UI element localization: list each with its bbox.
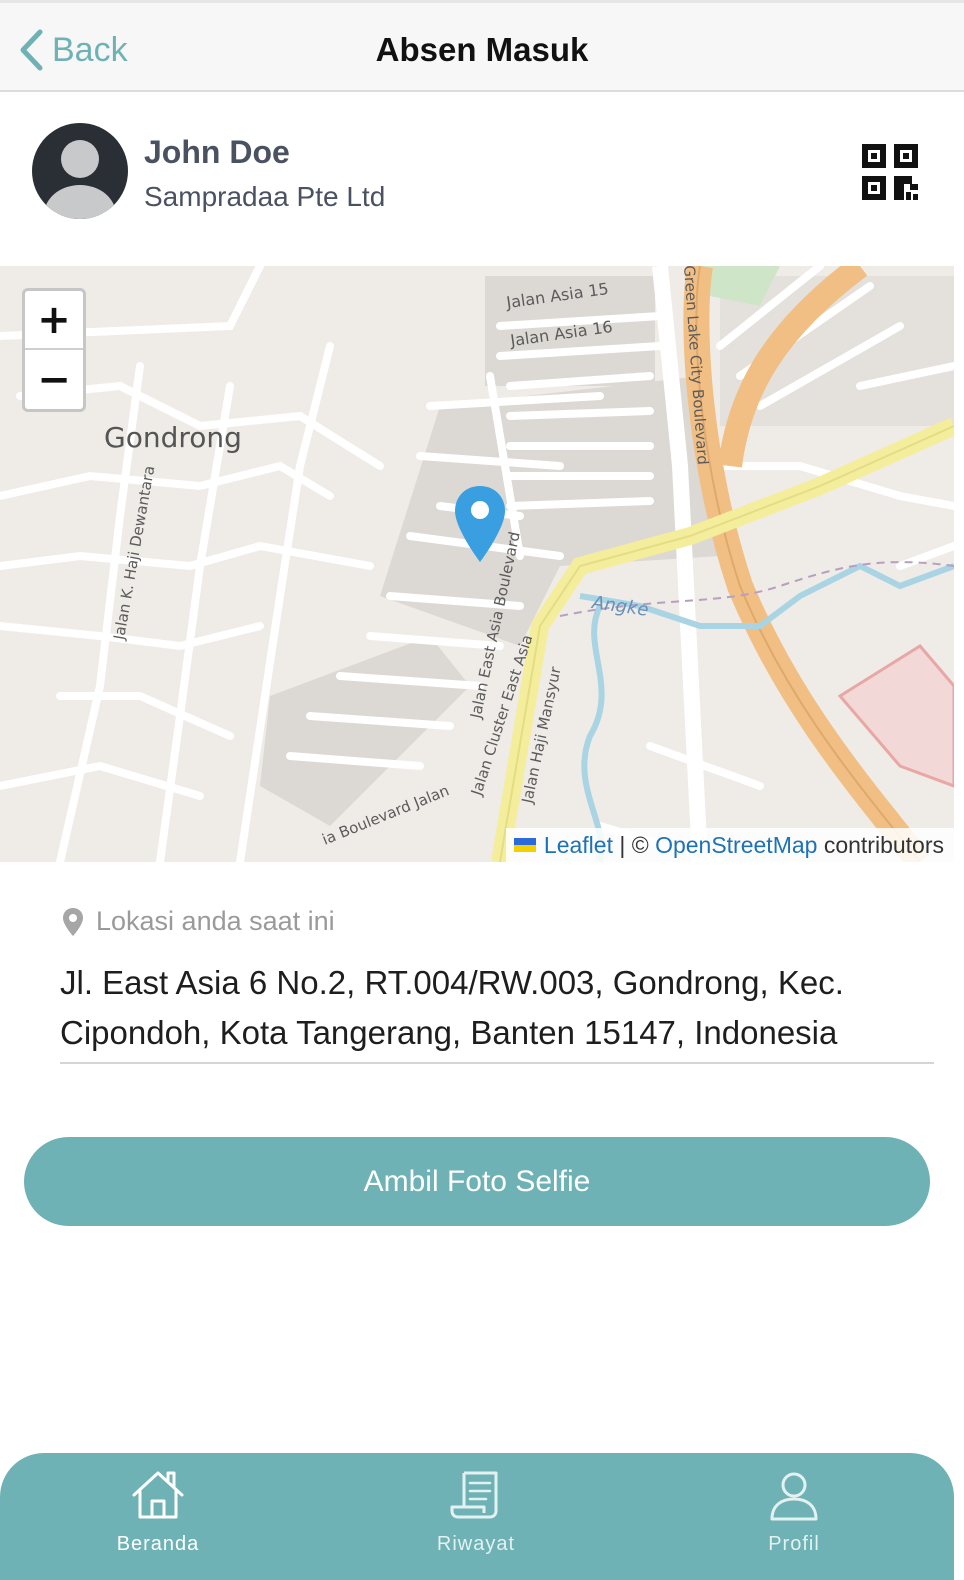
company-name: Sampradaa Pte Ltd — [144, 181, 386, 212]
map-attribution: Leaflet | © OpenStreetMap contributors — [505, 828, 954, 862]
take-selfie-button[interactable]: Ambil Foto Selfie — [24, 1137, 930, 1226]
leaflet-link[interactable]: Leaflet — [544, 832, 613, 859]
current-address: Jl. East Asia 6 No.2, RT.004/RW.003, Gon… — [60, 958, 934, 1064]
location-label: Lokasi anda saat ini — [62, 906, 335, 937]
avatar-placeholder-icon — [44, 140, 116, 219]
location-label-text: Lokasi anda saat ini — [96, 906, 335, 936]
zoom-control: + − — [22, 288, 86, 412]
receipt-icon — [450, 1471, 498, 1519]
map-label-area: Gondrong — [104, 421, 242, 454]
profile-card: John Doe Sampradaa Pte Ltd — [0, 92, 964, 266]
page-title: Absen Masuk — [375, 31, 589, 68]
user-icon — [770, 1472, 818, 1521]
home-icon — [132, 1471, 184, 1519]
top-navigation-bar: Back Absen Masuk — [0, 0, 964, 92]
bottom-navigation: Beranda Riwayat Profil — [0, 1453, 954, 1580]
nav-item-beranda[interactable]: Beranda — [68, 1465, 248, 1570]
avatar — [32, 123, 128, 219]
attribution-suffix: contributors — [817, 831, 944, 858]
nav-item-profil[interactable]: Profil — [704, 1465, 884, 1570]
nav-label: Beranda — [116, 1533, 200, 1555]
attribution-separator: | © — [612, 831, 656, 858]
location-map[interactable]: + − Gondrong Jalan K. Haji Dewantara Jal… — [0, 266, 954, 862]
nav-item-riwayat[interactable]: Riwayat — [386, 1465, 566, 1570]
zoom-in-button[interactable]: + — [25, 291, 83, 350]
qr-code-icon[interactable] — [860, 142, 920, 202]
zoom-out-button[interactable]: − — [25, 350, 83, 409]
openstreetmap-link[interactable]: OpenStreetMap — [655, 832, 817, 859]
map-marker-icon — [63, 907, 83, 936]
ukraine-flag-icon — [513, 838, 536, 852]
nav-label: Profil — [768, 1533, 820, 1555]
user-name: John Doe — [144, 134, 290, 170]
location-pin-icon — [455, 486, 505, 562]
nav-label: Riwayat — [436, 1533, 516, 1555]
